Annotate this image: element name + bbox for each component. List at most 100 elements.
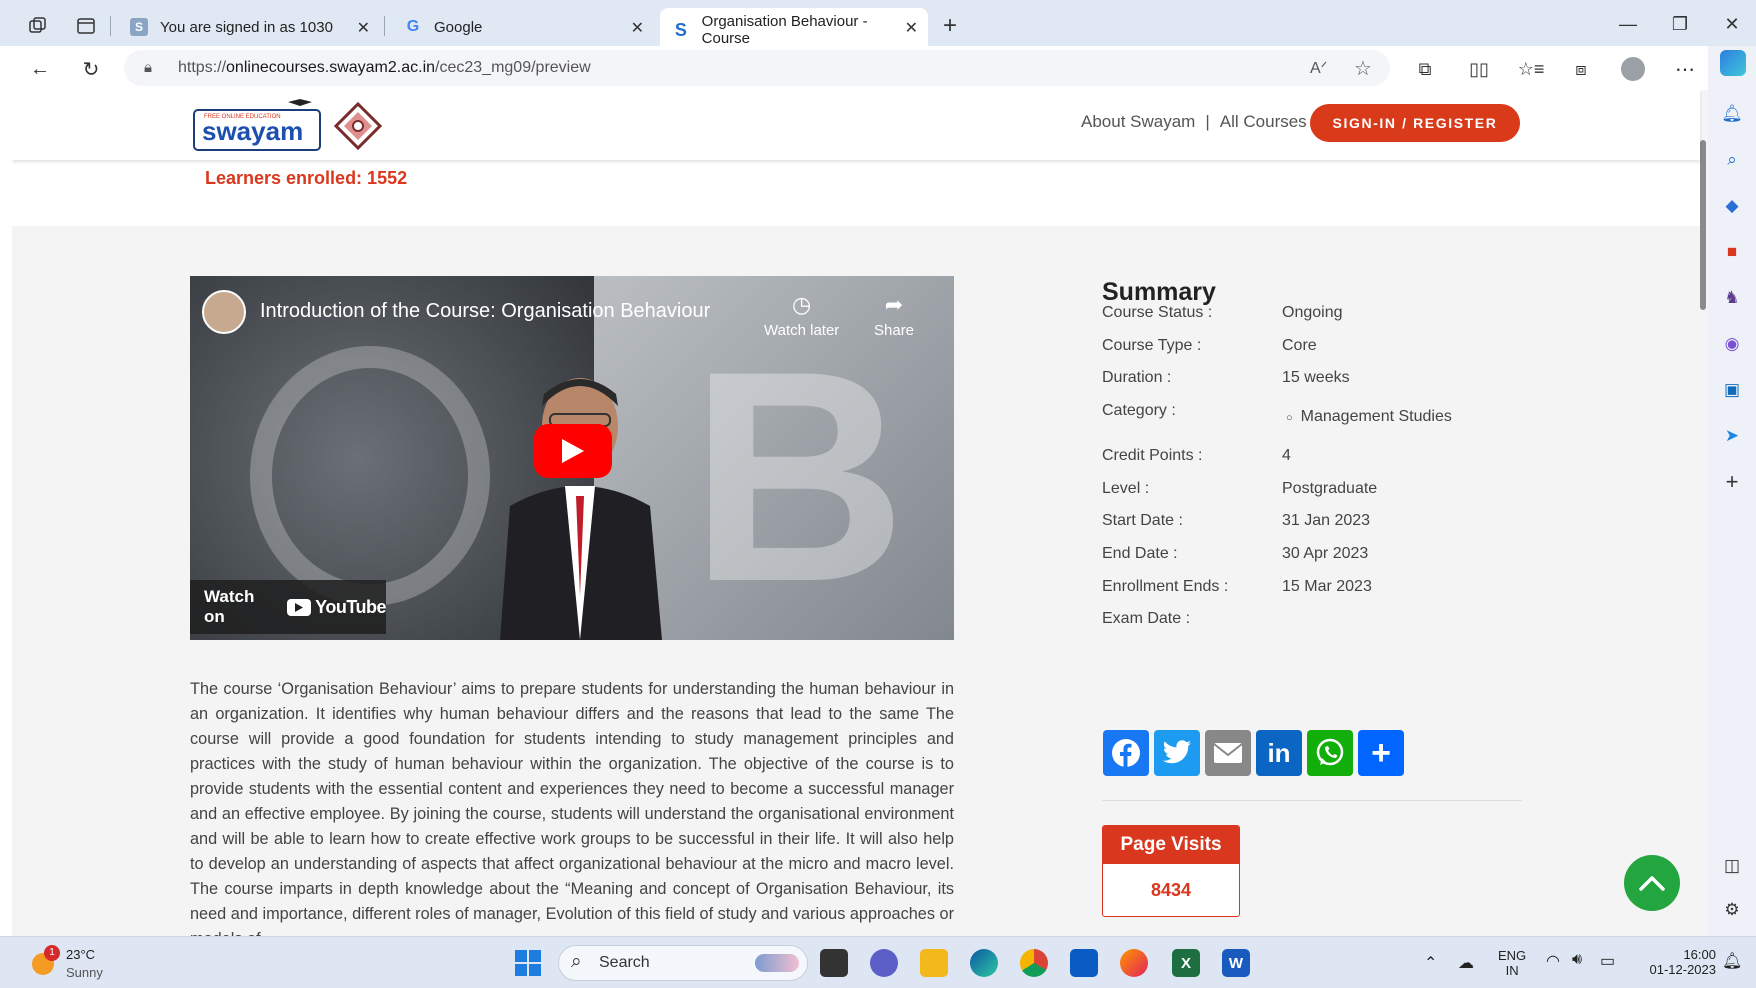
swayam-logo[interactable]: FREE ONLINE EDUCATION swayam bbox=[192, 98, 322, 154]
summary-heading: Summary bbox=[1102, 278, 1216, 306]
new-tab-icon[interactable]: + bbox=[938, 12, 962, 39]
close-tab-icon[interactable]: ✕ bbox=[631, 18, 644, 38]
microsoft-store-icon[interactable] bbox=[1070, 949, 1098, 977]
close-tab-icon[interactable]: ✕ bbox=[905, 18, 918, 38]
games-icon[interactable]: ♞ bbox=[1720, 286, 1744, 310]
tab-google[interactable]: G Google ✕ bbox=[392, 8, 654, 46]
teams-chat-icon[interactable] bbox=[870, 949, 898, 977]
word-icon[interactable]: W bbox=[1222, 949, 1250, 977]
share-plus-icon[interactable]: + bbox=[1358, 730, 1404, 776]
category-list-item: ○ Management Studies bbox=[1286, 408, 1452, 425]
taskbar-search-label: Search bbox=[599, 954, 650, 971]
close-window-icon[interactable]: ✕ bbox=[1720, 14, 1744, 35]
url-text[interactable]: https://onlinecourses.swayam2.ac.in/cec2… bbox=[178, 59, 591, 77]
youtube-logo-icon: YouTube bbox=[287, 597, 386, 618]
video-title[interactable]: Introduction of the Course: Organisation… bbox=[260, 300, 710, 323]
swayam-favicon-icon: S bbox=[674, 19, 687, 40]
notifications-bell-icon[interactable]: 🔔︎ bbox=[1720, 102, 1744, 126]
facebook-icon[interactable] bbox=[1103, 730, 1149, 776]
clock[interactable]: 16:00 01-12-2023 bbox=[1630, 947, 1717, 977]
course-intro-video[interactable]: B Introduction of the Course: Organisati… bbox=[190, 276, 954, 640]
close-tab-icon[interactable]: ✕ bbox=[357, 18, 370, 38]
excel-icon[interactable]: X bbox=[1172, 949, 1200, 977]
clock-date: 01-12-2023 bbox=[1649, 962, 1717, 977]
page-visits-count: 8434 bbox=[1150, 879, 1192, 900]
learners-enrolled: Learners enrolled: 1552 bbox=[205, 168, 408, 188]
email-icon[interactable] bbox=[1205, 730, 1251, 776]
edge-browser-icon[interactable] bbox=[970, 949, 998, 977]
nav-separator: | bbox=[1205, 112, 1210, 131]
add-sidebar-app-icon[interactable]: + bbox=[1720, 469, 1744, 494]
collections-icon[interactable]: ⧈ bbox=[1568, 56, 1594, 82]
presenter-thumbnail bbox=[500, 378, 662, 640]
more-options-icon[interactable]: ⋯ bbox=[1672, 56, 1698, 82]
all-courses-link[interactable]: All Courses bbox=[1220, 112, 1307, 132]
watch-on-youtube-button[interactable]: Watch on YouTube bbox=[190, 580, 386, 634]
play-icon bbox=[562, 439, 584, 463]
government-emblem-icon bbox=[333, 101, 383, 151]
tab-separator bbox=[110, 16, 111, 36]
favorites-icon[interactable]: ☆≡ bbox=[1518, 56, 1545, 82]
search-icon[interactable]: ⌕ bbox=[1720, 148, 1744, 172]
drop-send-icon[interactable]: ➤ bbox=[1720, 424, 1744, 448]
course-info-strip: Learners enrolled: 1552 bbox=[12, 160, 1700, 226]
tab-actions-icon[interactable] bbox=[74, 14, 98, 38]
onedrive-icon[interactable]: ☁ bbox=[1458, 953, 1474, 973]
show-hidden-icons-chevron-icon[interactable]: ⌃ bbox=[1424, 953, 1437, 973]
volume-icon[interactable]: 🔊︎ bbox=[1572, 951, 1582, 969]
restore-icon[interactable]: ❐ bbox=[1668, 14, 1692, 35]
whatsapp-icon[interactable] bbox=[1307, 730, 1353, 776]
watch-later-button[interactable]: ◷ Watch later bbox=[764, 292, 839, 339]
battery-icon[interactable]: ▭ bbox=[1600, 951, 1615, 971]
back-icon[interactable]: ← bbox=[27, 56, 53, 82]
shopping-tag-icon[interactable]: ◆ bbox=[1720, 194, 1744, 218]
profile-avatar-icon[interactable] bbox=[1620, 56, 1646, 82]
about-swayam-link[interactable]: About Swayam bbox=[1081, 112, 1195, 132]
video-thumbnail-graphic: B bbox=[690, 308, 907, 640]
edge-sidebar: 🔔︎ ⌕ ◆ ■ ♞ ◉ ▣ ➤ + ◫ ⚙ bbox=[1708, 46, 1756, 936]
firefox-icon[interactable] bbox=[1120, 949, 1148, 977]
channel-avatar[interactable] bbox=[202, 290, 246, 334]
extensions-icon[interactable]: ⧉ bbox=[1412, 56, 1438, 82]
page-scrollbar[interactable] bbox=[1700, 140, 1706, 310]
google-favicon-icon: G bbox=[406, 18, 420, 35]
chrome-icon[interactable] bbox=[1020, 949, 1048, 977]
tools-briefcase-icon[interactable]: ■ bbox=[1720, 240, 1744, 264]
address-bar[interactable]: 🔒︎ https://onlinecourses.swayam2.ac.in/c… bbox=[124, 50, 1390, 86]
twitter-icon[interactable] bbox=[1154, 730, 1200, 776]
signin-register-button[interactable]: SIGN-IN / REGISTER bbox=[1310, 104, 1520, 142]
taskbar-search-box[interactable]: ⌕ Search bbox=[558, 945, 808, 981]
favorite-star-icon[interactable]: ☆ bbox=[1354, 56, 1372, 81]
tab-title: Organisation Behaviour - Course bbox=[701, 13, 868, 47]
play-button[interactable] bbox=[534, 424, 612, 478]
task-view-icon[interactable] bbox=[820, 949, 848, 977]
lock-icon[interactable]: 🔒︎ bbox=[144, 59, 152, 76]
hide-sidebar-icon[interactable]: ◫ bbox=[1720, 854, 1744, 878]
tab-title: Google bbox=[434, 18, 483, 36]
scroll-to-top-button[interactable] bbox=[1624, 855, 1680, 911]
tab-signed-in[interactable]: S You are signed in as 1030 ✕ bbox=[118, 8, 380, 46]
split-screen-icon[interactable]: ▯▯ bbox=[1466, 56, 1492, 82]
workspaces-icon[interactable] bbox=[26, 14, 50, 38]
sidebar-settings-gear-icon[interactable]: ⚙ bbox=[1720, 898, 1744, 922]
tab-title: You are signed in as 1030 bbox=[160, 18, 333, 36]
microsoft-365-icon[interactable]: ◉ bbox=[1720, 332, 1744, 356]
course-description: The course ‘Organisation Behaviour’ aims… bbox=[190, 680, 954, 936]
tab-separator bbox=[384, 16, 385, 36]
copilot-icon[interactable] bbox=[1720, 50, 1746, 76]
language-indicator[interactable]: ENG IN bbox=[1498, 948, 1526, 978]
header-nav: About Swayam | All Courses | bbox=[1081, 112, 1321, 132]
video-share-button[interactable]: ➦ Share bbox=[874, 292, 914, 339]
linkedin-icon[interactable]: in bbox=[1256, 730, 1302, 776]
notification-bell-icon[interactable]: 🔔︎ bbox=[1722, 951, 1742, 971]
refresh-icon[interactable]: ↻ bbox=[78, 56, 104, 82]
minimize-icon[interactable]: — bbox=[1616, 14, 1640, 35]
windows-start-icon[interactable] bbox=[514, 949, 542, 977]
page-viewport: FREE ONLINE EDUCATION swayam About Swaya… bbox=[12, 90, 1708, 936]
summary-divider bbox=[1102, 800, 1522, 801]
read-aloud-icon[interactable]: Aᐟ bbox=[1310, 58, 1327, 78]
file-explorer-icon[interactable] bbox=[920, 949, 948, 977]
svg-text:swayam: swayam bbox=[202, 116, 303, 146]
outlook-icon[interactable]: ▣ bbox=[1720, 378, 1744, 402]
wifi-icon[interactable]: ◠ bbox=[1546, 951, 1560, 971]
